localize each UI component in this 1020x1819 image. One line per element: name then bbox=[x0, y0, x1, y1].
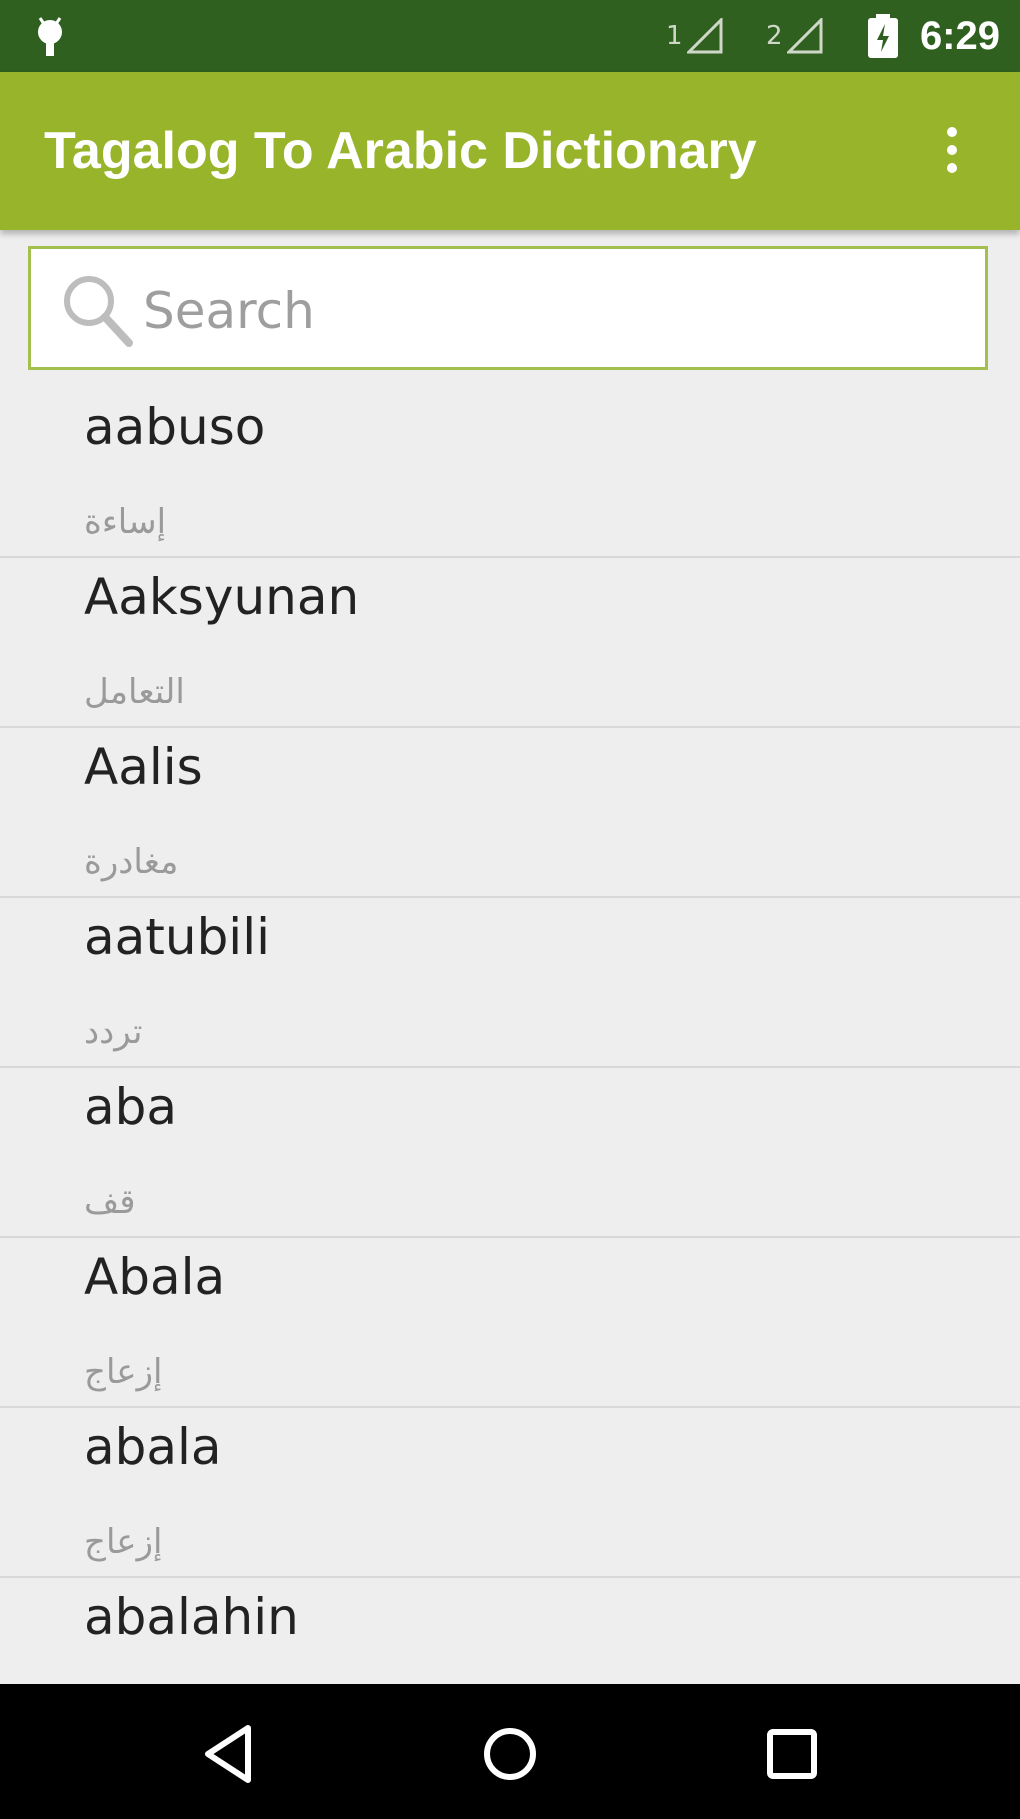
word-list: aabuso إساءة Aaksyunan التعامل Aalis مغا… bbox=[0, 388, 1020, 1748]
entry-translation: مغادرة bbox=[84, 842, 179, 882]
entry-translation: تردد bbox=[84, 1012, 143, 1052]
search-bar[interactable] bbox=[28, 246, 988, 370]
android-notification-icon bbox=[38, 17, 62, 56]
entry-word: aatubili bbox=[84, 908, 270, 966]
entry-word: aabuso bbox=[84, 398, 266, 456]
entry-word: Abala bbox=[84, 1248, 226, 1306]
status-bar: 1 2 6:29 bbox=[0, 0, 1020, 72]
entry-translation: قف bbox=[84, 1182, 136, 1222]
sim1-signal: 1 bbox=[666, 14, 723, 58]
list-item[interactable]: aba قف bbox=[0, 1068, 1020, 1238]
entry-word: Aaksyunan bbox=[84, 568, 360, 626]
list-item[interactable]: aabuso إساءة bbox=[0, 388, 1020, 558]
search-icon bbox=[64, 276, 133, 347]
signal-1-icon bbox=[686, 18, 723, 54]
status-time: 6:29 bbox=[919, 14, 1000, 58]
sim1-label: 1 bbox=[666, 21, 683, 51]
back-icon[interactable] bbox=[190, 1714, 270, 1794]
entry-word: abalahin bbox=[84, 1588, 299, 1646]
list-item[interactable]: Aalis مغادرة bbox=[0, 728, 1020, 898]
battery-charging-icon bbox=[868, 14, 898, 58]
entry-word: Aalis bbox=[84, 738, 203, 796]
entry-translation: إزعاج bbox=[84, 1352, 163, 1392]
app-bar: Tagalog To Arabic Dictionary bbox=[0, 72, 1020, 230]
home-icon[interactable] bbox=[470, 1714, 550, 1794]
sim2-signal: 2 bbox=[766, 14, 823, 58]
list-item[interactable]: Aaksyunan التعامل bbox=[0, 558, 1020, 728]
list-item[interactable]: abala إزعاج bbox=[0, 1408, 1020, 1578]
entry-translation: إساءة bbox=[84, 502, 167, 542]
app-title: Tagalog To Arabic Dictionary bbox=[44, 122, 757, 180]
signal-2-icon bbox=[786, 18, 823, 54]
sim2-label: 2 bbox=[766, 21, 783, 51]
navigation-bar bbox=[0, 1684, 1020, 1819]
list-item[interactable]: Abala إزعاج bbox=[0, 1238, 1020, 1408]
search-input[interactable] bbox=[141, 273, 965, 349]
entry-translation: التعامل bbox=[84, 672, 185, 712]
entry-word: aba bbox=[84, 1078, 178, 1136]
list-item[interactable]: aatubili تردد bbox=[0, 898, 1020, 1068]
entry-word: abala bbox=[84, 1418, 222, 1476]
recents-icon[interactable] bbox=[752, 1714, 832, 1794]
entry-translation: إزعاج bbox=[84, 1522, 163, 1562]
overflow-menu-icon[interactable] bbox=[932, 122, 972, 182]
